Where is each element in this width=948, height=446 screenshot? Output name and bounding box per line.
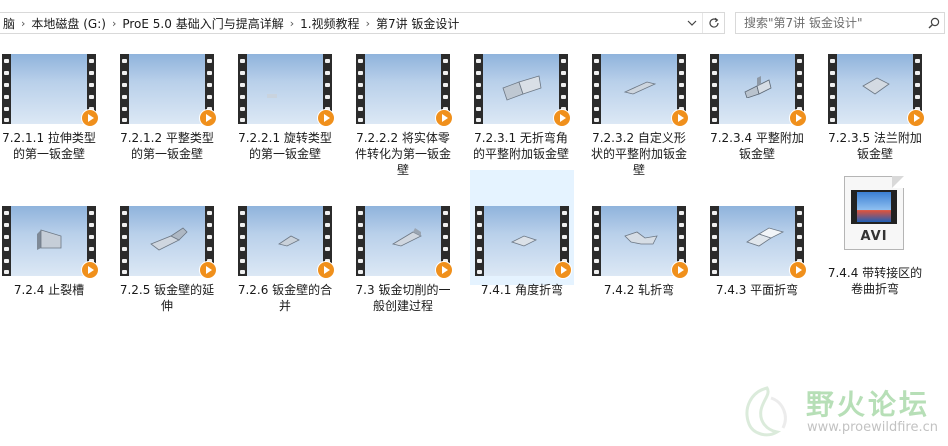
refresh-icon[interactable] <box>702 13 724 33</box>
video-thumbnail <box>356 54 453 127</box>
video-thumbnail <box>238 206 335 279</box>
file-item[interactable]: 7.4.3 平面折弯 <box>705 200 809 298</box>
file-item[interactable]: 7.2.4 止裂槽 <box>0 200 101 298</box>
play-badge-icon <box>199 261 217 279</box>
play-badge-icon <box>435 109 453 127</box>
video-thumbnail <box>120 206 217 279</box>
play-badge-icon <box>671 109 689 127</box>
watermark-url: www.proewildfire.cn <box>807 420 938 435</box>
watermark-title: 野火论坛 <box>806 388 931 421</box>
file-name: 7.2.1.1 拉伸类型的第一钣金壁 <box>2 131 96 161</box>
search-icon[interactable] <box>924 13 944 33</box>
file-item[interactable]: 7.2.2.2 将实体零件转化为第一钣金壁 <box>351 48 455 178</box>
file-name: 7.2.3.1 无折弯角的平整附加钣金壁 <box>472 131 569 161</box>
file-name: 7.4.1 角度折弯 <box>480 283 564 297</box>
video-thumbnail <box>592 54 689 127</box>
play-badge-icon <box>671 261 689 279</box>
video-thumbnail <box>592 206 689 279</box>
breadcrumb-item-course[interactable]: ProE 5.0 基础入门与提高详解 <box>118 15 287 32</box>
breadcrumb-separator: › <box>111 16 117 30</box>
video-thumbnail <box>356 206 453 279</box>
file-name: 7.4.3 平面折弯 <box>715 283 799 297</box>
play-badge-icon <box>317 109 335 127</box>
file-name: 7.2.2.1 旋转类型的第一钣金壁 <box>238 131 332 161</box>
chevron-down-icon[interactable] <box>682 13 702 33</box>
file-item[interactable]: 7.2.1.2 平整类型的第一钣金壁 <box>115 48 219 162</box>
address-bar[interactable]: 脑 › 本地磁盘 (G:) › ProE 5.0 基础入门与提高详解 › 1.视… <box>0 12 725 34</box>
play-badge-icon <box>199 109 217 127</box>
file-name: 7.4.4 带转接区的卷曲折弯 <box>827 266 923 296</box>
file-item-selected[interactable]: 7.4.1 角度折弯 <box>470 170 574 297</box>
file-item[interactable]: 7.2.5 钣金壁的延伸 <box>115 200 219 314</box>
play-badge-icon <box>553 109 571 127</box>
file-name: 7.2.2.2 将实体零件转化为第一钣金壁 <box>354 131 451 177</box>
file-name: 7.2.6 钣金壁的合并 <box>237 283 333 313</box>
file-item[interactable]: 7.4.2 轧折弯 <box>587 200 691 298</box>
search-box[interactable] <box>735 12 945 34</box>
breadcrumb-item-pc[interactable]: 脑 <box>0 15 19 32</box>
file-item[interactable]: 7.2.3.4 平整附加钣金壁 <box>705 48 809 162</box>
play-badge-icon <box>789 109 807 127</box>
video-thumbnail <box>238 54 335 127</box>
video-thumbnail <box>710 206 807 279</box>
play-badge-icon <box>554 261 572 279</box>
search-input[interactable] <box>736 14 925 32</box>
avi-file-icon: AVI <box>844 176 906 250</box>
video-thumbnail <box>710 54 807 127</box>
file-name: 7.2.4 止裂槽 <box>13 283 85 297</box>
file-item[interactable]: 7.2.1.1 拉伸类型的第一钣金壁 <box>0 48 101 162</box>
play-badge-icon <box>435 261 453 279</box>
video-thumbnail <box>120 54 217 127</box>
video-thumbnail <box>2 54 99 127</box>
play-badge-icon <box>81 261 99 279</box>
breadcrumb-separator: › <box>21 16 26 30</box>
file-item[interactable]: 7.2.6 钣金壁的合并 <box>233 200 337 314</box>
file-name: 7.2.3.4 平整附加钣金壁 <box>710 131 804 161</box>
video-thumbnail <box>475 206 572 279</box>
file-name: 7.2.3.5 法兰附加钣金壁 <box>828 131 922 161</box>
video-thumbnail <box>474 54 571 127</box>
breadcrumb-separator: › <box>365 16 370 30</box>
file-name: 7.2.3.2 自定义形状的平整附加钣金壁 <box>590 131 687 177</box>
play-badge-icon <box>317 261 335 279</box>
breadcrumb-item-videos[interactable]: 1.视频教程 <box>296 15 363 32</box>
forum-logo <box>737 382 797 442</box>
play-badge-icon <box>907 109 925 127</box>
file-name: 7.2.1.2 平整类型的第一钣金壁 <box>120 131 214 161</box>
file-item[interactable]: 7.2.2.1 旋转类型的第一钣金壁 <box>233 48 337 162</box>
toolbar: 脑 › 本地磁盘 (G:) › ProE 5.0 基础入门与提高详解 › 1.视… <box>0 0 948 48</box>
file-item[interactable]: 7.2.3.1 无折弯角的平整附加钣金壁 <box>469 48 573 162</box>
file-name: 7.2.5 钣金壁的延伸 <box>119 283 215 313</box>
breadcrumb-separator: › <box>289 16 295 30</box>
file-item[interactable]: 7.2.3.5 法兰附加钣金壁 <box>823 48 927 162</box>
file-name: 7.3 钣金切削的一般创建过程 <box>355 283 451 313</box>
file-item[interactable]: AVI 7.4.4 带转接区的卷曲折弯 <box>823 176 927 297</box>
play-badge-icon <box>81 109 99 127</box>
play-badge-icon <box>789 261 807 279</box>
file-name: 7.4.2 轧折弯 <box>603 283 675 297</box>
file-type-badge: AVI <box>860 229 888 244</box>
file-item[interactable]: 7.3 钣金切削的一般创建过程 <box>351 200 455 314</box>
breadcrumb-item-drive[interactable]: 本地磁盘 (G:) <box>27 15 110 32</box>
video-thumbnail <box>828 54 925 127</box>
video-thumbnail <box>2 206 99 279</box>
file-item[interactable]: 7.2.3.2 自定义形状的平整附加钣金壁 <box>587 48 691 178</box>
breadcrumb-item-current[interactable]: 第7讲 钣金设计 <box>372 15 463 32</box>
